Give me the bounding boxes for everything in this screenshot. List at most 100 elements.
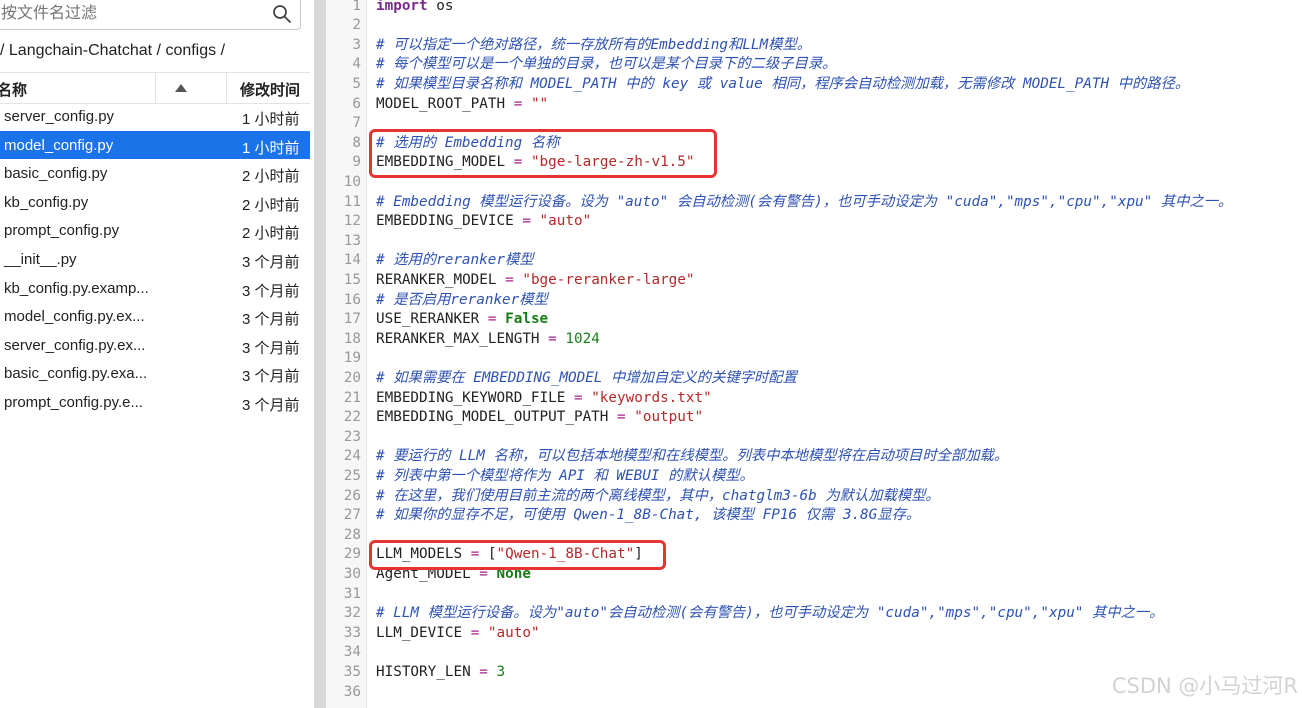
code-token: "output": [634, 409, 704, 426]
code-line[interactable]: 32 # LLM 模型运行设备。设为"auto"会自动检测(会有警告)，也可手动设…: [326, 604, 1302, 624]
code-line[interactable]: 26 # 在这里，我们使用目前主流的两个离线模型，其中，chatglm3-6b 为…: [326, 487, 1302, 507]
file-row[interactable]: server_config.py 1 小时前: [0, 102, 310, 131]
code-line[interactable]: 6 MODEL_ROOT_PATH = "": [326, 95, 1302, 115]
line-text: USE_RERANKER = False: [376, 310, 548, 330]
file-list-header: 名称 修改时间: [0, 72, 310, 104]
line-text: # 可以指定一个绝对路径，统一存放所有的Embedding和LLM模型。: [376, 36, 811, 56]
file-list: server_config.py 1 小时前 model_config.py 1 小时…: [0, 102, 310, 417]
code-token: os: [427, 0, 454, 14]
code-token: USE_RERANKER: [376, 311, 488, 328]
code-line[interactable]: 11 # Embedding 模型运行设备。设为 "auto" 会自动检测(会有警…: [326, 193, 1302, 213]
file-name: kb_config.py.examp...: [4, 279, 149, 297]
file-browser: / Langchain-Chatchat / configs / 名称 修改时间…: [0, 0, 314, 708]
line-number: 12: [343, 213, 361, 230]
code-line[interactable]: 22 EMBEDDING_MODEL_OUTPUT_PATH = "output": [326, 408, 1302, 428]
code-line[interactable]: 2: [326, 16, 1302, 36]
column-name-header[interactable]: 名称: [0, 79, 27, 100]
code-token: # 每个模型可以是一个单独的目录，也可以是某个目录下的二级子目录。: [376, 56, 837, 73]
line-number: 22: [343, 409, 361, 426]
search-icon[interactable]: [271, 3, 293, 25]
code-token: =: [479, 663, 488, 680]
line-number: 20: [343, 369, 361, 386]
code-line[interactable]: 16 # 是否启用reranker模型: [326, 291, 1302, 311]
line-text: # 选用的reranker模型: [376, 251, 534, 271]
code-line[interactable]: 3 # 可以指定一个绝对路径，统一存放所有的Embedding和LLM模型。: [326, 36, 1302, 56]
filter-input[interactable]: [1, 2, 251, 26]
line-text: # LLM 模型运行设备。设为"auto"会自动检测(会有警告)，也可手动设定为…: [376, 604, 1164, 624]
code-line[interactable]: 25 # 列表中第一个模型将作为 API 和 WEBUI 的默认模型。: [326, 467, 1302, 487]
line-text: LLM_DEVICE = "auto": [376, 624, 540, 644]
code-token: "auto": [539, 213, 592, 230]
code-line[interactable]: 19: [326, 349, 1302, 369]
file-name: basic_config.py: [4, 165, 108, 183]
line-number: 19: [343, 350, 361, 367]
line-text: # 每个模型可以是一个单独的目录，也可以是某个目录下的二级子目录。: [376, 55, 836, 75]
code-line[interactable]: 21 EMBEDDING_KEYWORD_FILE = "keywords.txt…: [326, 389, 1302, 409]
file-row[interactable]: model_config.py.ex... 3 个月前: [0, 302, 310, 331]
panel-splitter[interactable]: [314, 0, 326, 708]
line-number: 2: [352, 17, 361, 34]
code-line[interactable]: 14 # 选用的reranker模型: [326, 251, 1302, 271]
file-row[interactable]: kb_config.py.examp... 3 个月前: [0, 274, 310, 303]
filter-box[interactable]: [0, 0, 301, 30]
code-token: 1024: [565, 330, 600, 347]
code-line[interactable]: 13: [326, 232, 1302, 252]
sort-ascending-icon[interactable]: [175, 84, 187, 92]
file-row[interactable]: kb_config.py 2 小时前: [0, 188, 310, 217]
code-token: import: [376, 0, 428, 14]
code-token: # 是否启用reranker模型: [376, 291, 548, 308]
file-name: basic_config.py.exa...: [4, 365, 148, 383]
code-line[interactable]: 27 # 如果你的显存不足，可使用 Qwen-1_8B-Chat, 该模型 FP1…: [326, 506, 1302, 526]
line-text: RERANKER_MODEL = "bge-reranker-large": [376, 271, 695, 291]
line-number: 28: [343, 526, 361, 543]
code-line[interactable]: 20 # 如果需要在 EMBEDDING_MODEL 中增加自定义的关键字时配置: [326, 369, 1302, 389]
line-text: MODEL_ROOT_PATH = "": [376, 95, 548, 115]
code-token: "keywords.txt": [591, 389, 712, 406]
code-line[interactable]: 1 import os: [326, 0, 1302, 16]
file-name: model_config.py: [4, 136, 114, 154]
line-number: 18: [343, 330, 361, 347]
code-editor[interactable]: 1 import os 2 3 # 可以指定一个绝对路径，统一存放所有的Embeddin…: [326, 0, 1302, 708]
file-row[interactable]: server_config.py.ex... 3 个月前: [0, 331, 310, 360]
code-token: =: [548, 330, 557, 347]
file-modified-time: 3 个月前: [242, 253, 300, 271]
column-modified-header[interactable]: 修改时间: [240, 79, 300, 100]
line-number: 5: [352, 75, 361, 92]
file-row[interactable]: model_config.py 1 小时前: [0, 130, 310, 160]
code-token: MODEL_ROOT_PATH: [376, 95, 514, 112]
line-text: import os: [376, 0, 453, 16]
line-number: 36: [343, 683, 361, 700]
file-row[interactable]: basic_config.py 2 小时前: [0, 159, 310, 188]
code-line[interactable]: 23: [326, 428, 1302, 448]
line-text: HISTORY_LEN = 3: [376, 663, 505, 683]
line-text: # 是否启用reranker模型: [376, 291, 548, 311]
breadcrumb[interactable]: / Langchain-Chatchat / configs /: [0, 42, 225, 60]
code-line[interactable]: 33 LLM_DEVICE = "auto": [326, 624, 1302, 644]
code-line[interactable]: 17 USE_RERANKER = False: [326, 310, 1302, 330]
file-name: prompt_config.py.e...: [4, 393, 143, 411]
code-line[interactable]: 15 RERANKER_MODEL = "bge-reranker-large": [326, 271, 1302, 291]
code-line[interactable]: 34: [326, 643, 1302, 663]
code-line[interactable]: 24 # 要运行的 LLM 名称，可以包括本地模型和在线模型。列表中本地模型将在启…: [326, 447, 1302, 467]
code-token: # 如果你的显存不足，可使用 Qwen-1_8B-Chat, 该模型 FP16 …: [376, 507, 921, 524]
code-line[interactable]: 5 # 如果模型目录名称和 MODEL_PATH 中的 key 或 value 相…: [326, 75, 1302, 95]
code-line[interactable]: 12 EMBEDDING_DEVICE = "auto": [326, 212, 1302, 232]
file-modified-time: 3 个月前: [242, 368, 300, 386]
code-line[interactable]: 31: [326, 585, 1302, 605]
file-row[interactable]: basic_config.py.exa... 3 个月前: [0, 359, 310, 388]
code-line[interactable]: 4 # 每个模型可以是一个单独的目录，也可以是某个目录下的二级子目录。: [326, 55, 1302, 75]
code-line[interactable]: 18 RERANKER_MAX_LENGTH = 1024: [326, 330, 1302, 350]
code-token: EMBEDDING_MODEL_OUTPUT_PATH: [376, 409, 618, 426]
line-number: 32: [343, 605, 361, 622]
line-number: 13: [343, 232, 361, 249]
file-row[interactable]: __init__.py 3 个月前: [0, 245, 310, 274]
file-row[interactable]: prompt_config.py.e... 3 个月前: [0, 388, 310, 417]
file-modified-time: 3 个月前: [242, 282, 300, 300]
code-token: 3: [496, 663, 506, 680]
file-row[interactable]: prompt_config.py 2 小时前: [0, 216, 310, 245]
code-token: # 在这里，我们使用目前主流的两个离线模型，其中，chatglm3-6b 为默认…: [376, 487, 940, 504]
line-number: 1: [352, 0, 361, 14]
code-token: =: [617, 409, 626, 426]
